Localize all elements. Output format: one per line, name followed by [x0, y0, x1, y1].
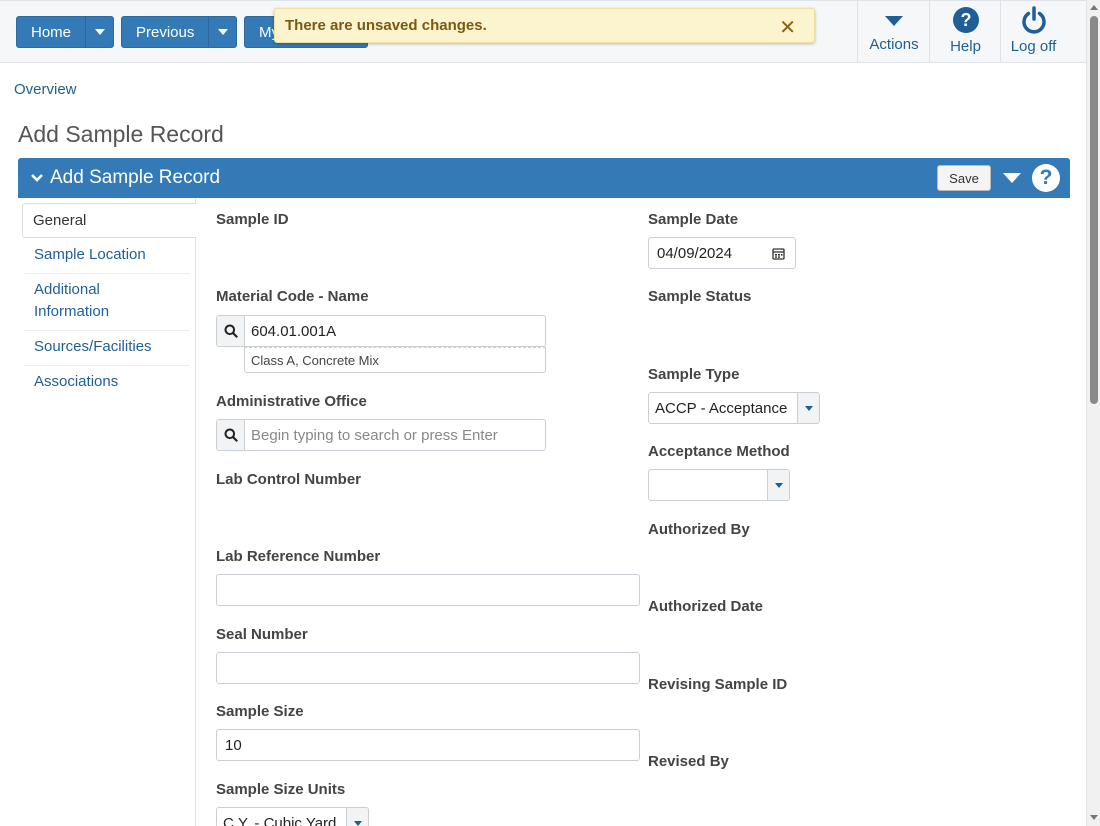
search-icon[interactable] [217, 316, 245, 346]
acceptance-method-select[interactable] [648, 469, 790, 501]
material-code-value: 604.01.001A [251, 322, 337, 340]
section-sidebar: General Sample Location Additional Infor… [18, 198, 196, 826]
calendar-icon[interactable] [772, 247, 785, 260]
page-title: Add Sample Record [18, 121, 224, 147]
revising-sample-id-label: Revising Sample ID [648, 676, 788, 693]
material-code-input[interactable]: 604.01.001A [216, 315, 546, 347]
chevron-down-icon[interactable] [346, 808, 368, 826]
acceptance-method-value [649, 470, 767, 500]
sample-type-label: Sample Type [648, 366, 740, 383]
actions-label: Actions [869, 36, 919, 53]
lab-reference-number-label: Lab Reference Number [216, 548, 381, 565]
sample-size-input[interactable]: 10 [216, 729, 640, 761]
material-description: Class A, Concrete Mix [244, 347, 546, 373]
sample-size-units-select[interactable]: C.Y. - Cubic Yard [216, 807, 369, 826]
acceptance-method-label: Acceptance Method [648, 443, 790, 460]
chevron-down-icon [94, 29, 105, 35]
panel-help-icon[interactable]: ? [1032, 164, 1060, 192]
svg-text:?: ? [960, 10, 971, 30]
breadcrumb-overview[interactable]: Overview [14, 81, 77, 98]
chevron-down-icon[interactable] [767, 470, 789, 500]
home-dropdown-button[interactable] [85, 17, 113, 47]
panel-title: Add Sample Record [50, 167, 221, 188]
sample-type-value: ACCP - Acceptance [655, 399, 788, 417]
authorized-by-label: Authorized By [648, 521, 750, 538]
chevron-down-icon [217, 29, 228, 35]
help-menu[interactable]: ? Help [929, 1, 1001, 63]
administrative-office-label: Administrative Office [216, 393, 367, 410]
page-scrollbar[interactable] [1086, 0, 1100, 826]
actions-menu[interactable]: Actions [857, 1, 930, 63]
sidebar-item-associations[interactable]: Associations [24, 371, 190, 401]
panel-header: Add Sample Record Save ? [18, 158, 1070, 198]
logoff-menu[interactable]: Log off [1000, 1, 1066, 63]
chevron-down-icon[interactable] [797, 393, 819, 423]
toast-message: There are unsaved changes. [285, 17, 487, 34]
sample-status-label: Sample Status [648, 288, 752, 305]
home-button[interactable]: Home [17, 17, 85, 47]
previous-button[interactable]: Previous [122, 17, 208, 47]
sidebar-item-general[interactable]: General [22, 203, 196, 238]
scroll-up-arrow-icon[interactable] [1090, 5, 1098, 10]
previous-dropdown-button[interactable] [208, 17, 236, 47]
power-icon [1021, 6, 1046, 34]
sample-size-label: Sample Size [216, 703, 304, 720]
sidebar-item-additional-information[interactable]: Additional Information [24, 279, 190, 331]
administrative-office-placeholder: Begin typing to search or press Enter [251, 426, 498, 444]
logoff-label: Log off [1010, 38, 1057, 55]
unsaved-changes-toast: There are unsaved changes. ✕ [274, 8, 815, 43]
authorized-date-label: Authorized Date [648, 598, 764, 615]
sample-size-units-label: Sample Size Units [216, 781, 346, 798]
previous-button-group: Previous [121, 16, 238, 48]
search-icon[interactable] [217, 420, 245, 450]
scroll-down-arrow-icon[interactable] [1090, 815, 1098, 820]
seal-number-label: Seal Number [216, 626, 308, 643]
revised-by-label: Revised By [648, 753, 729, 770]
sample-date-input[interactable]: 04/09/2024 [648, 237, 796, 269]
close-icon[interactable]: ✕ [779, 15, 796, 40]
sample-type-select[interactable]: ACCP - Acceptance [648, 392, 820, 424]
lab-reference-number-input[interactable] [216, 574, 640, 606]
sample-size-units-value: C.Y. - Cubic Yard [223, 814, 337, 826]
sample-date-label: Sample Date [648, 211, 739, 228]
panel-menu-caret-icon[interactable] [1003, 173, 1021, 183]
sample-id-label: Sample ID [216, 211, 289, 228]
sample-date-value: 04/09/2024 [657, 244, 733, 262]
lab-control-number-label: Lab Control Number [216, 471, 361, 488]
scroll-thumb[interactable] [1090, 16, 1098, 404]
help-label: Help [950, 38, 981, 55]
sidebar-item-sources-facilities[interactable]: Sources/Facilities [24, 336, 190, 366]
seal-number-input[interactable] [216, 652, 640, 684]
chevron-down-icon[interactable] [30, 172, 44, 184]
administrative-office-input[interactable]: Begin typing to search or press Enter [216, 419, 546, 451]
save-button[interactable]: Save [937, 165, 991, 191]
material-code-label: Material Code - Name [216, 288, 369, 305]
help-icon: ? [952, 7, 979, 33]
sidebar-item-sample-location[interactable]: Sample Location [24, 244, 190, 274]
home-button-group: Home [16, 16, 115, 48]
caret-down-icon [885, 16, 903, 26]
